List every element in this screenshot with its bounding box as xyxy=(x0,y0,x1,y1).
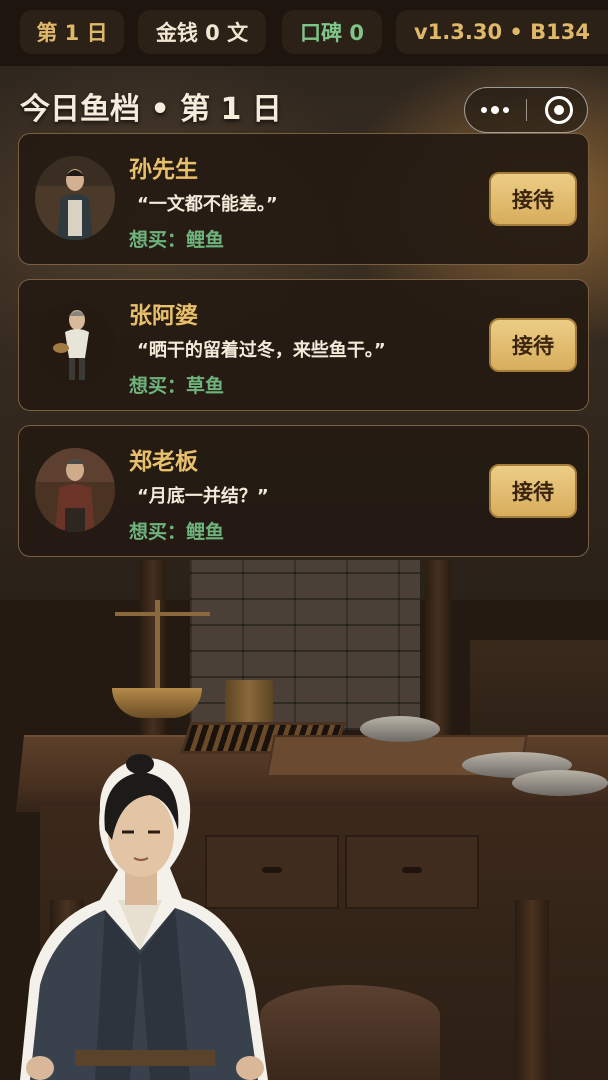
customer-card: 郑老板 “月底一并结？” 想买：鲤鱼 接待 xyxy=(18,425,589,557)
brush-holder xyxy=(225,680,273,725)
customer-name: 张阿婆 xyxy=(129,303,198,329)
reputation-indicator: 口碑 0 xyxy=(282,10,382,54)
customer-card: 张阿婆 “晒干的留着过冬，来些鱼干。” 想买：草鱼 接待 xyxy=(18,279,589,411)
money-indicator: 金钱 0 文 xyxy=(138,10,266,54)
customer-quote: “一文都不能差。” xyxy=(137,194,278,215)
customer-wants: 想买：鲤鱼 xyxy=(129,229,225,251)
balance-scale-beam xyxy=(115,612,210,616)
customer-wants: 想买：草鱼 xyxy=(129,375,225,397)
customer-quote: “月底一并结？” xyxy=(137,486,269,507)
serve-button[interactable]: 接待 xyxy=(489,464,577,518)
more-dots-icon[interactable] xyxy=(465,88,525,132)
status-bar: 第 1 日 金钱 0 文 口碑 0 v1.3.30 • B134 xyxy=(0,0,608,66)
customer-wants: 想买：鲤鱼 xyxy=(129,521,225,543)
fishmonger-character xyxy=(20,754,268,1080)
fish xyxy=(360,716,440,742)
capsule-divider xyxy=(526,99,527,121)
customer-avatar xyxy=(35,302,115,386)
scale-bowl xyxy=(112,688,202,718)
day-indicator: 第 1 日 xyxy=(20,10,124,54)
mini-program-capsule xyxy=(464,87,588,133)
serve-button[interactable]: 接待 xyxy=(489,172,577,226)
page-title: 今日鱼档 • 第 1 日 xyxy=(20,92,282,127)
version-indicator: v1.3.30 • B134 xyxy=(396,10,608,54)
customer-avatar xyxy=(35,448,115,532)
record-close-icon[interactable] xyxy=(545,96,573,124)
customer-avatar xyxy=(35,156,115,240)
fish xyxy=(512,770,608,796)
counter-leg xyxy=(515,900,549,1080)
customer-card: 孙先生 “一文都不能差。” 想买：鲤鱼 接待 xyxy=(18,133,589,265)
customer-name: 孙先生 xyxy=(129,157,198,183)
customer-name: 郑老板 xyxy=(129,449,198,475)
customer-quote: “晒干的留着过冬，来些鱼干。” xyxy=(137,340,386,361)
serve-button[interactable]: 接待 xyxy=(489,318,577,372)
counter-drawer xyxy=(345,835,479,909)
